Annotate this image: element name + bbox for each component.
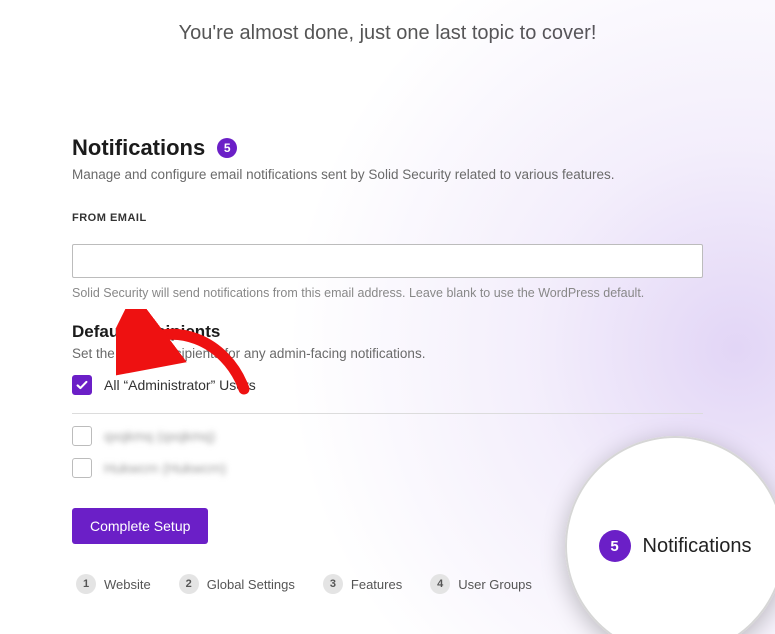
checkbox-user-1[interactable]	[72, 426, 92, 446]
step-user-groups[interactable]: 4 User Groups	[430, 574, 532, 594]
checkbox-user-1-label: qxqkmq (qxqkmq)	[104, 428, 215, 444]
complete-setup-button[interactable]: Complete Setup	[72, 508, 208, 544]
step-website[interactable]: 1 Website	[76, 574, 151, 594]
recipients-divider	[72, 413, 703, 414]
section-title-row: Notifications 5	[72, 135, 703, 161]
step-global-settings-label: Global Settings	[207, 577, 295, 592]
step-user-groups-label: User Groups	[458, 577, 532, 592]
from-email-help: Solid Security will send notifications f…	[72, 286, 703, 300]
default-recipients-heading: Default Recipients	[72, 322, 703, 342]
step-website-label: Website	[104, 577, 151, 592]
step-features-number: 3	[323, 574, 343, 594]
callout-step-number: 5	[599, 530, 631, 562]
step-features[interactable]: 3 Features	[323, 574, 402, 594]
checkbox-user-2-label: Hukwcrn (Hukwcrn)	[104, 460, 226, 476]
default-recipients-description: Set the default recipients for any admin…	[72, 346, 703, 361]
section-description: Manage and configure email notifications…	[72, 167, 703, 182]
callout-step-label: Notifications	[643, 535, 752, 558]
step-global-settings-number: 2	[179, 574, 199, 594]
checkbox-all-admins[interactable]	[72, 375, 92, 395]
recipient-row-blurred-1: qxqkmq (qxqkmq)	[72, 426, 703, 446]
section-step-badge: 5	[217, 138, 237, 158]
step-features-label: Features	[351, 577, 402, 592]
check-icon	[75, 378, 89, 392]
checkbox-user-2[interactable]	[72, 458, 92, 478]
step-user-groups-number: 4	[430, 574, 450, 594]
step-global-settings[interactable]: 2 Global Settings	[179, 574, 295, 594]
section-title: Notifications	[72, 135, 205, 161]
recipient-row-all-admins: All “Administrator” Users	[72, 375, 703, 395]
step-website-number: 1	[76, 574, 96, 594]
from-email-input[interactable]	[72, 244, 703, 278]
checkbox-all-admins-label: All “Administrator” Users	[104, 377, 256, 393]
header-tagline: You're almost done, just one last topic …	[0, 0, 775, 45]
from-email-label: FROM EMAIL	[72, 212, 703, 224]
